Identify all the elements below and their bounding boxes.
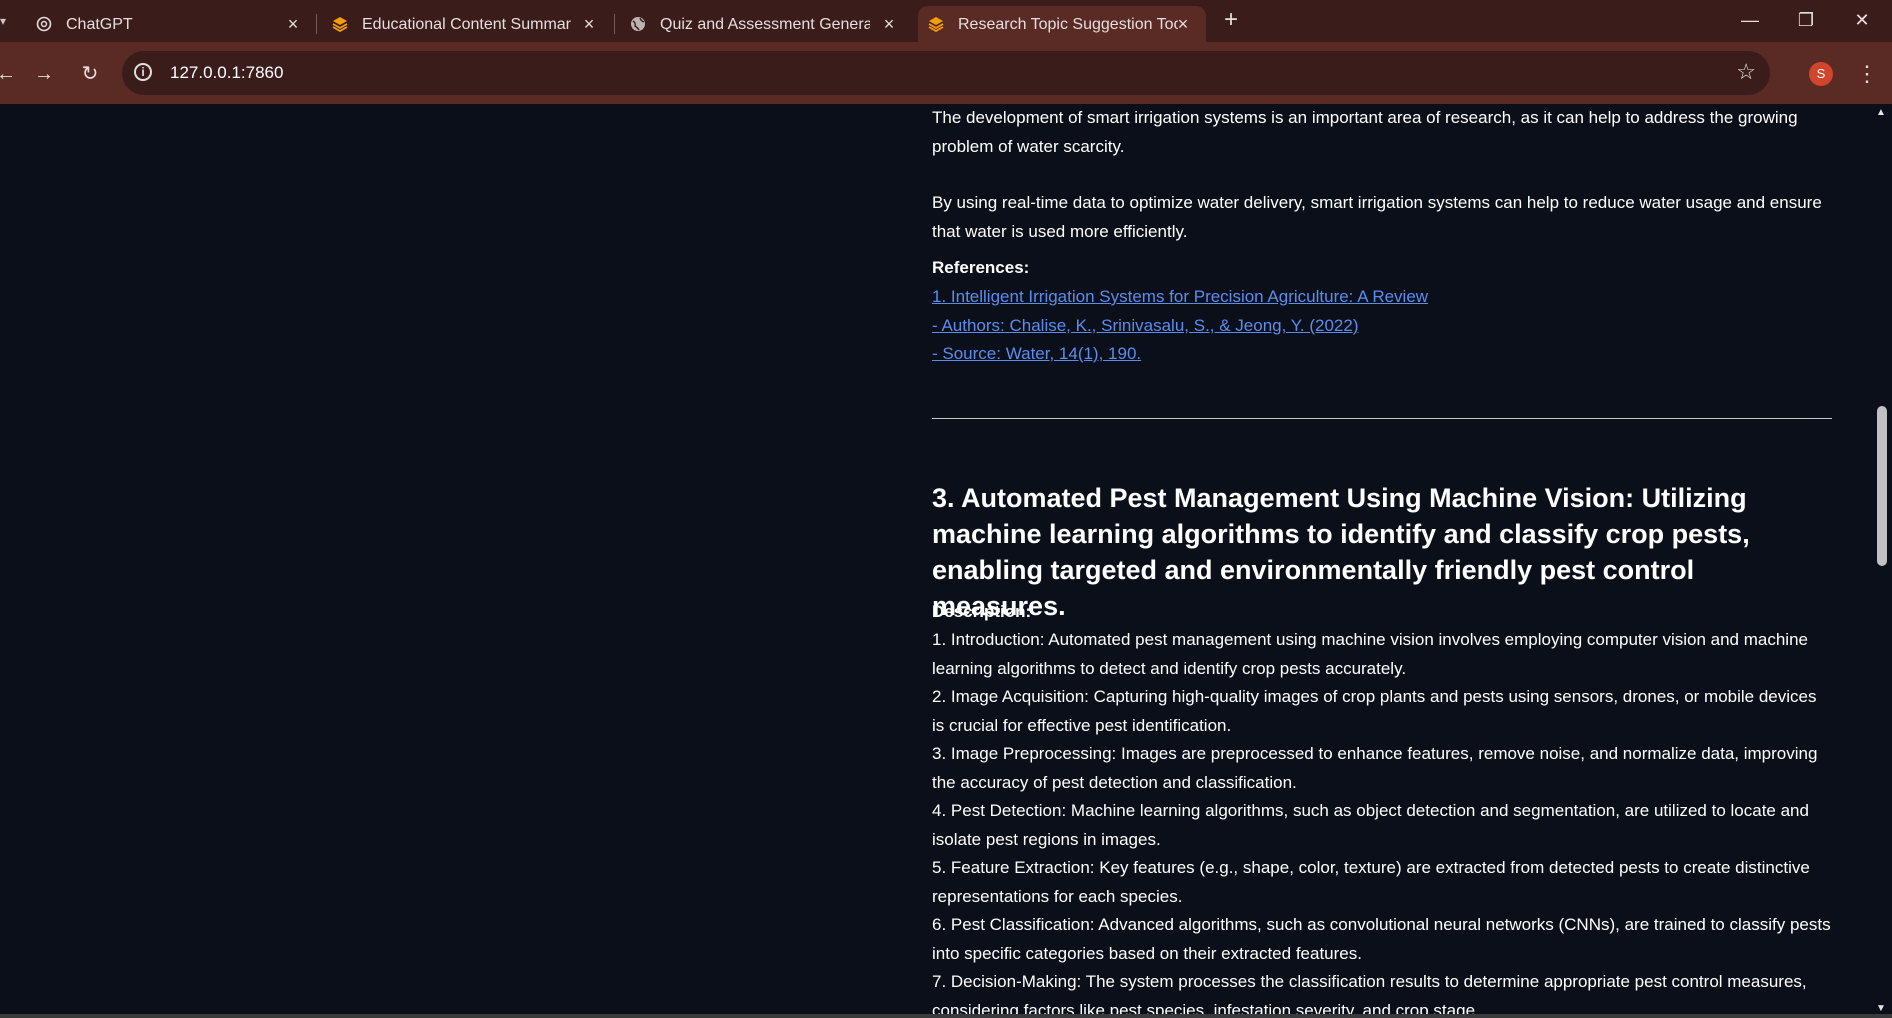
list-item: 1. Introduction: Automated pest manageme… bbox=[932, 630, 1808, 678]
description-list: 1. Introduction: Automated pest manageme… bbox=[932, 626, 1832, 1018]
tab-close-icon[interactable]: × bbox=[284, 15, 302, 33]
tab-title: Research Topic Suggestion Tool bbox=[958, 16, 1178, 33]
description-label: Description: bbox=[932, 602, 1032, 621]
chatgpt-icon bbox=[36, 16, 52, 32]
tab-educational-content[interactable]: Educational Content Summarize × bbox=[322, 6, 612, 42]
url-text[interactable]: 127.0.0.1:7860 bbox=[170, 63, 283, 83]
list-item: 3. Image Preprocessing: Images are prepr… bbox=[932, 744, 1818, 792]
reference-link[interactable]: 1. Intelligent Irrigation Systems for Pr… bbox=[932, 283, 1428, 312]
tab-title: ChatGPT bbox=[66, 16, 133, 33]
minimize-icon[interactable]: — bbox=[1730, 6, 1770, 34]
list-item: 6. Pest Classification: Advanced algorit… bbox=[932, 915, 1831, 963]
restore-icon[interactable]: ❐ bbox=[1786, 6, 1826, 34]
tab-separator bbox=[316, 14, 317, 34]
tab-strip: ▾ ChatGPT × Educational Content Summariz… bbox=[0, 0, 1892, 42]
tab-close-icon[interactable]: × bbox=[880, 15, 898, 33]
paragraph: By using real-time data to optimize wate… bbox=[932, 193, 1822, 241]
section-divider bbox=[932, 418, 1832, 419]
scroll-down-arrow-icon[interactable]: ▼ bbox=[1876, 1004, 1886, 1014]
reference-link[interactable]: - Authors: Chalise, K., Srinivasalu, S.,… bbox=[932, 312, 1359, 341]
list-item: 4. Pest Detection: Machine learning algo… bbox=[932, 801, 1809, 849]
globe-icon bbox=[630, 16, 646, 32]
browser-toolbar: ← → ↻ i 127.0.0.1:7860 ☆ S ⋮ bbox=[0, 42, 1892, 104]
gradio-logo-icon bbox=[928, 16, 944, 33]
tab-separator bbox=[614, 14, 615, 34]
tab-close-icon[interactable]: × bbox=[1174, 15, 1192, 33]
page-content: The development of smart irrigation syst… bbox=[0, 104, 1872, 1018]
profile-avatar[interactable]: S bbox=[1809, 62, 1833, 86]
forward-arrow-icon[interactable]: → bbox=[30, 60, 58, 88]
tab-research-topic-active[interactable]: Research Topic Suggestion Tool × bbox=[918, 6, 1206, 42]
address-bar[interactable]: i 127.0.0.1:7860 ☆ bbox=[122, 51, 1770, 95]
topic-heading: 3. Automated Pest Management Using Machi… bbox=[932, 483, 1750, 621]
paragraph: The development of smart irrigation syst… bbox=[932, 108, 1798, 156]
list-item: 2. Image Acquisition: Capturing high-qua… bbox=[932, 687, 1817, 735]
tab-close-icon[interactable]: × bbox=[580, 15, 598, 33]
bookmark-star-icon[interactable]: ☆ bbox=[1736, 61, 1756, 83]
tab-title: Educational Content Summarize bbox=[362, 16, 572, 33]
close-window-icon[interactable]: ✕ bbox=[1842, 6, 1882, 34]
back-arrow-icon[interactable]: ← bbox=[0, 60, 20, 88]
tab-title: Quiz and Assessment Generator bbox=[660, 16, 870, 33]
tab-chatgpt[interactable]: ChatGPT × bbox=[26, 6, 306, 42]
scroll-thumb[interactable] bbox=[1877, 406, 1887, 566]
reference-link[interactable]: - Source: Water, 14(1), 190. bbox=[932, 340, 1141, 369]
reload-icon[interactable]: ↻ bbox=[76, 60, 104, 88]
references-label: References: bbox=[932, 258, 1030, 277]
tab-quiz-generator[interactable]: Quiz and Assessment Generator × bbox=[620, 6, 910, 42]
scroll-up-arrow-icon[interactable]: ▲ bbox=[1876, 108, 1886, 118]
site-info-icon[interactable]: i bbox=[134, 63, 152, 81]
new-tab-plus-icon[interactable]: + bbox=[1220, 8, 1242, 32]
window-bottom-edge bbox=[0, 1014, 1892, 1018]
list-item: 7. Decision-Making: The system processes… bbox=[932, 972, 1807, 1018]
page-scrollbar[interactable]: ▲ ▼ bbox=[1872, 104, 1892, 1018]
browser-menu-icon[interactable]: ⋮ bbox=[1856, 60, 1878, 88]
gradio-logo-icon bbox=[332, 16, 348, 33]
list-item: 5. Feature Extraction: Key features (e.g… bbox=[932, 858, 1810, 906]
tab-search-chevron-icon[interactable]: ▾ bbox=[0, 12, 12, 30]
